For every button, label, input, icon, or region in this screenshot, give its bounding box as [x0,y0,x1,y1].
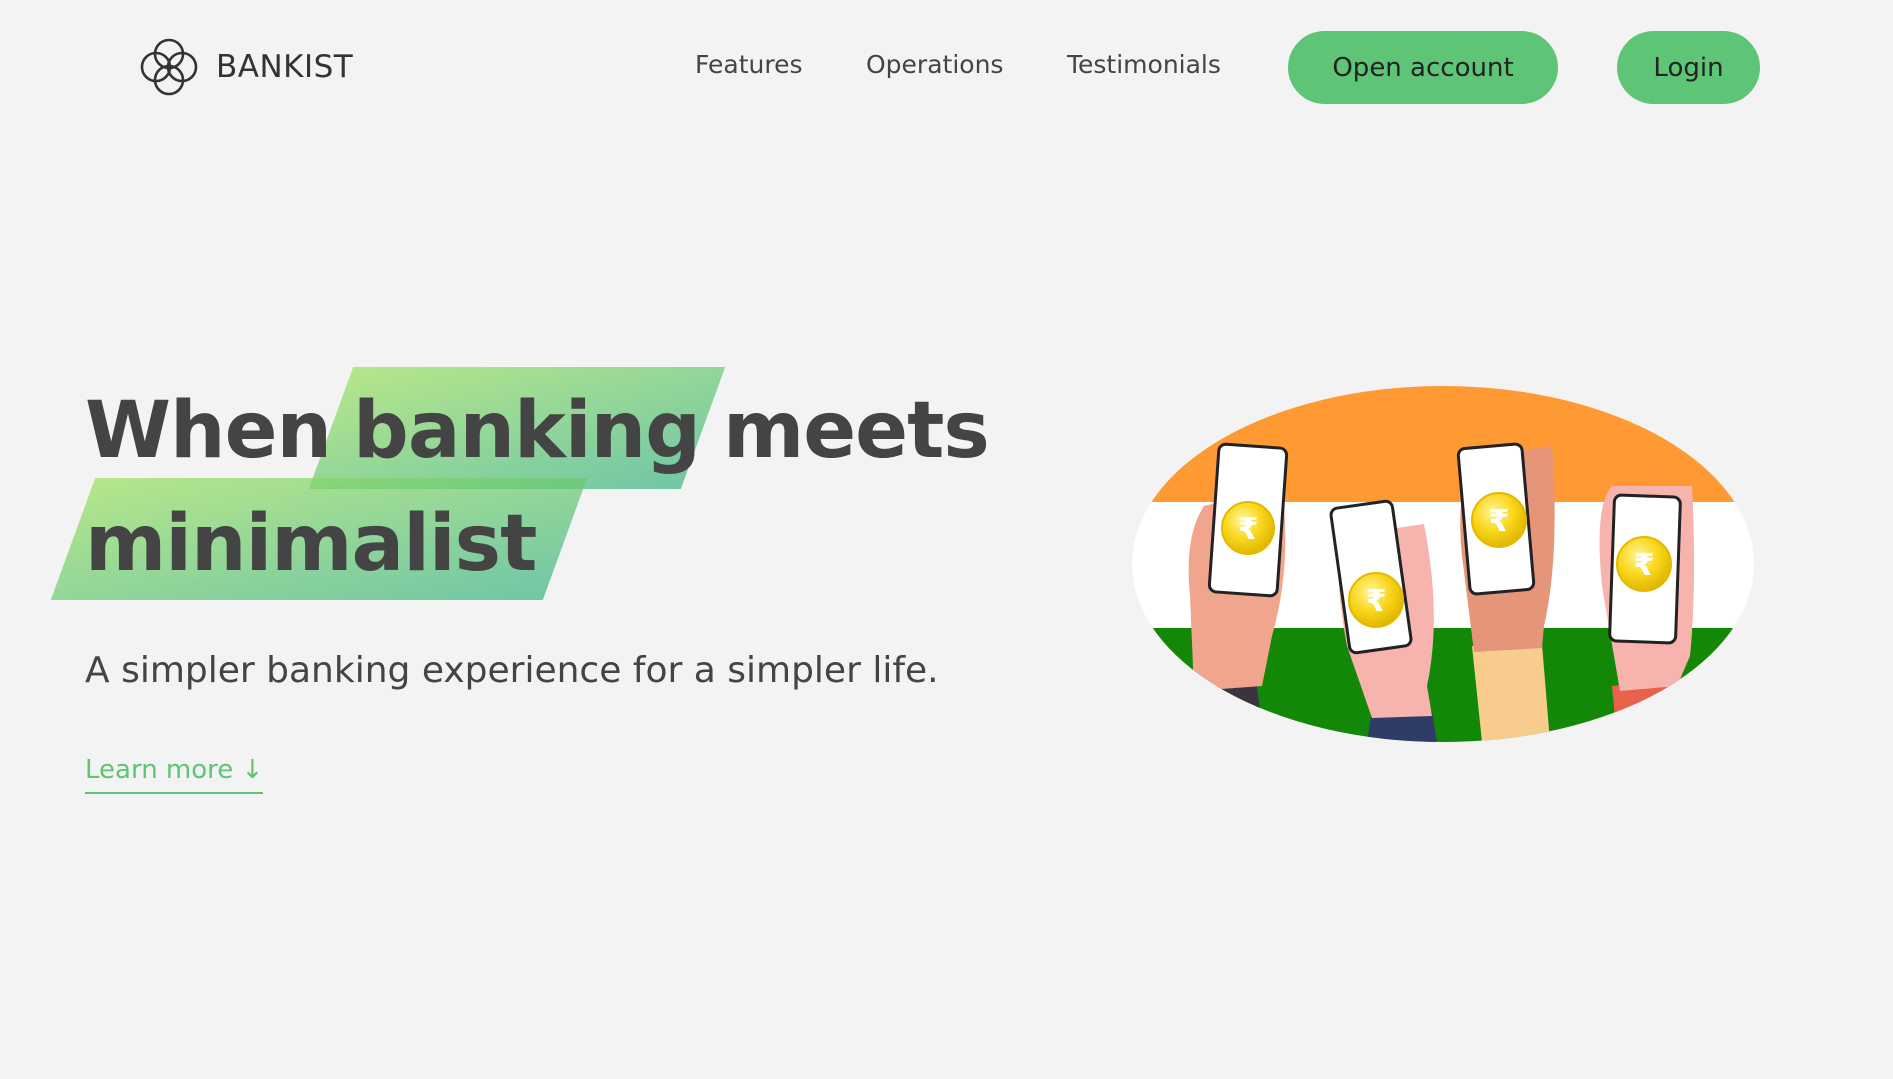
login-button[interactable]: Login [1617,31,1760,104]
logo[interactable]: BANKIST [134,32,353,102]
logo-text: BANKIST [216,49,354,85]
title-word-meets: meets [723,386,990,476]
page: BANKIST Features Operations Testimonials… [0,0,1893,1079]
title-word-banking: banking [353,386,701,476]
hero-illustration: ₹ ₹ ₹ ₹ [1132,386,1754,742]
coin-symbol-2: ₹ [1366,584,1387,619]
learn-more-link[interactable]: Learn more ↓ [85,755,264,794]
top-nav: BANKIST Features Operations Testimonials… [0,0,1893,135]
nav-link-operations[interactable]: Operations [866,50,1003,79]
coin-symbol-4: ₹ [1634,548,1655,583]
open-account-button[interactable]: Open account [1288,31,1558,104]
coin-symbol-3: ₹ [1489,504,1510,539]
title-word-when: When [85,386,332,476]
coin-symbol-1: ₹ [1238,512,1259,547]
nav-link-features[interactable]: Features [695,50,803,79]
hero-subtitle: A simpler banking experience for a simpl… [85,650,939,691]
logo-icon [140,38,198,96]
nav-link-testimonials[interactable]: Testimonials [1067,50,1221,79]
hand-phone-4: ₹ [1599,486,1707,742]
title-word-minimalist: minimalist [85,499,537,589]
flag-background: ₹ ₹ ₹ ₹ [1132,386,1754,742]
